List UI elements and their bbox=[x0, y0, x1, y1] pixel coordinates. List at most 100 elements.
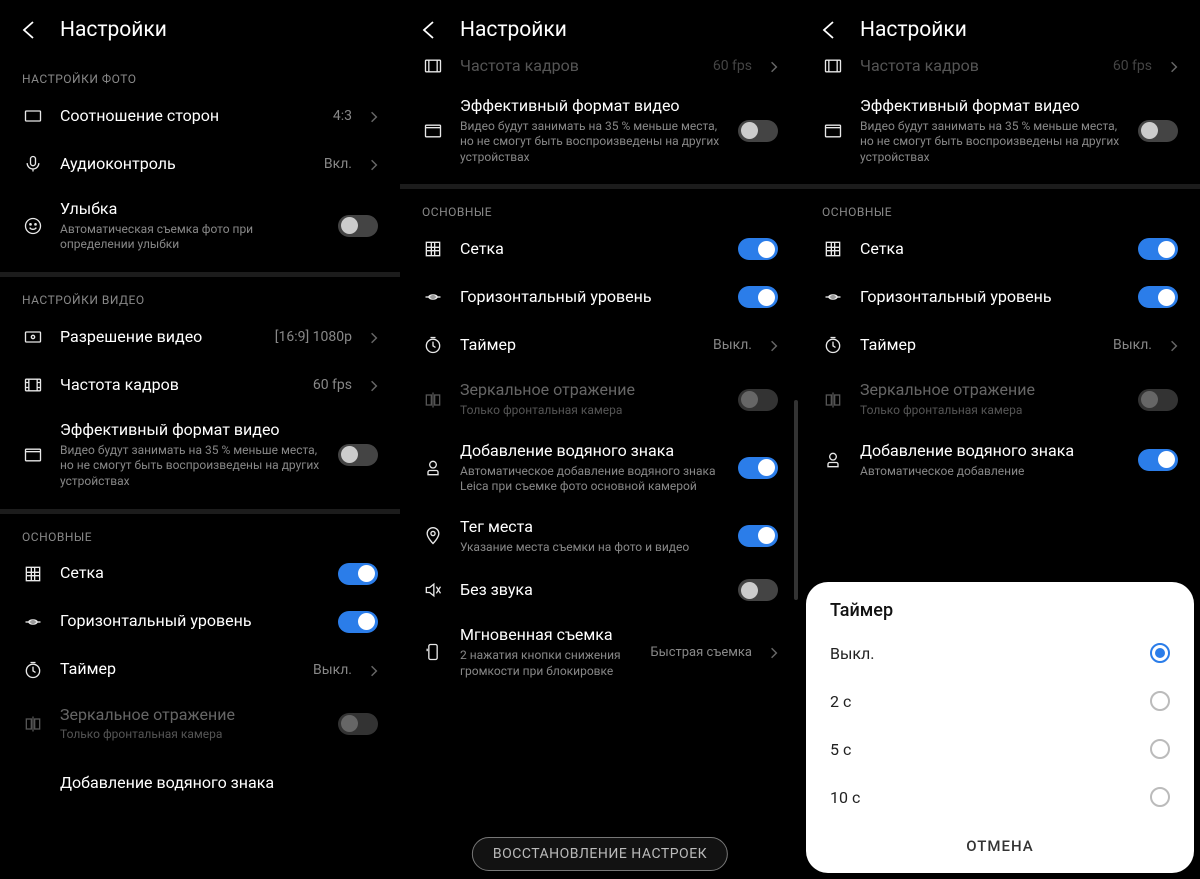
row-watermark[interactable]: Добавление водяного знака Автоматическое… bbox=[800, 430, 1200, 490]
toggle-level[interactable] bbox=[338, 611, 378, 633]
settings-screen-2: Настройки Частота кадров 60 fps Эффектив… bbox=[400, 0, 800, 879]
row-level[interactable]: Горизонтальный уровень bbox=[400, 273, 800, 321]
row-efficient-format[interactable]: Эффективный формат видео Видео будут зан… bbox=[0, 409, 400, 501]
row-audio-control[interactable]: Аудиоконтроль Вкл. bbox=[0, 140, 400, 188]
row-timer[interactable]: Таймер Выкл. bbox=[800, 321, 1200, 369]
mic-icon bbox=[22, 154, 44, 174]
label: Зеркальное отражение bbox=[460, 380, 722, 401]
toggle-efficient-format[interactable] bbox=[738, 120, 778, 142]
row-video-resolution[interactable]: Разрешение видео [16:9] 1080p bbox=[0, 313, 400, 361]
value: 60 fps bbox=[713, 58, 752, 74]
row-timer[interactable]: Таймер Выкл. bbox=[0, 646, 400, 694]
timer-icon bbox=[422, 335, 444, 355]
value: Выкл. bbox=[713, 337, 752, 353]
chevron-right-icon bbox=[370, 109, 378, 123]
film-icon bbox=[22, 375, 44, 395]
label: Разрешение видео bbox=[60, 327, 259, 348]
row-watermark[interactable]: Добавление водяного знака Автоматическое… bbox=[400, 430, 800, 506]
row-level[interactable]: Горизонтальный уровень bbox=[800, 273, 1200, 321]
section-general: ОСНОВНЫЕ bbox=[0, 514, 400, 550]
settings-screen-1: Настройки НАСТРОЙКИ ФОТО Соотношение сто… bbox=[0, 0, 400, 879]
timer-option-5s[interactable]: 5 с bbox=[806, 725, 1194, 773]
toggle-grid[interactable] bbox=[1138, 238, 1178, 260]
timer-icon bbox=[22, 660, 44, 680]
back-icon[interactable] bbox=[818, 18, 842, 42]
location-icon bbox=[422, 526, 444, 546]
back-icon[interactable] bbox=[418, 18, 442, 42]
toggle-watermark[interactable] bbox=[1138, 449, 1178, 471]
toggle-grid[interactable] bbox=[738, 238, 778, 260]
row-smile[interactable]: Улыбка Автоматическая съемка фото при оп… bbox=[0, 188, 400, 264]
label: Сетка bbox=[460, 239, 722, 260]
label: Мгновенная съемка bbox=[460, 625, 634, 646]
radio-checked[interactable] bbox=[1150, 643, 1170, 663]
row-geotag[interactable]: Тег места Указание места съемки на фото … bbox=[400, 506, 800, 566]
back-icon[interactable] bbox=[18, 18, 42, 42]
row-watermark-partial[interactable]: Добавление водяного знака bbox=[0, 754, 400, 802]
format-icon bbox=[422, 121, 444, 141]
label: Горизонтальный уровень bbox=[860, 287, 1122, 308]
row-mute[interactable]: Без звука bbox=[400, 566, 800, 614]
grid-icon bbox=[822, 239, 844, 259]
row-efficient-format[interactable]: Эффективный формат видео Видео будут зан… bbox=[800, 85, 1200, 177]
mirror-icon bbox=[22, 714, 44, 734]
page-title: Настройки bbox=[860, 18, 967, 42]
toggle-mute[interactable] bbox=[738, 579, 778, 601]
reset-settings-button[interactable]: ВОССТАНОВЛЕНИЕ НАСТРОЕК bbox=[472, 837, 728, 871]
timer-dialog: Таймер Выкл. 2 с 5 с 10 с ОТМЕНА bbox=[806, 582, 1194, 873]
label: Сетка bbox=[60, 563, 322, 584]
row-efficient-format[interactable]: Эффективный формат видео Видео будут зан… bbox=[400, 85, 800, 177]
row-grid[interactable]: Сетка bbox=[400, 225, 800, 273]
label: Тег места bbox=[460, 517, 722, 538]
row-fps-partial[interactable]: Частота кадров 60 fps bbox=[800, 56, 1200, 85]
row-grid[interactable]: Сетка bbox=[800, 225, 1200, 273]
row-timer[interactable]: Таймер Выкл. bbox=[400, 321, 800, 369]
toggle-watermark[interactable] bbox=[738, 457, 778, 479]
row-instant-capture[interactable]: Мгновенная съемка 2 нажатия кнопки сниже… bbox=[400, 614, 800, 690]
row-grid[interactable]: Сетка bbox=[0, 550, 400, 598]
label: Таймер bbox=[60, 659, 297, 680]
label: Соотношение сторон bbox=[60, 106, 317, 127]
toggle-level[interactable] bbox=[738, 286, 778, 308]
chevron-right-icon bbox=[370, 330, 378, 344]
level-icon bbox=[22, 612, 44, 632]
toggle-grid[interactable] bbox=[338, 563, 378, 585]
radio[interactable] bbox=[1150, 787, 1170, 807]
sublabel: Только фронтальная камера bbox=[460, 403, 722, 419]
resolution-icon bbox=[22, 327, 44, 347]
page-title: Настройки bbox=[460, 18, 567, 42]
row-fps-partial[interactable]: Частота кадров 60 fps bbox=[400, 56, 800, 85]
value: Выкл. bbox=[313, 662, 352, 678]
timer-option-10s[interactable]: 10 с bbox=[806, 773, 1194, 821]
chevron-right-icon bbox=[370, 378, 378, 392]
value: [16:9] 1080p bbox=[275, 329, 352, 345]
timer-option-off[interactable]: Выкл. bbox=[806, 629, 1194, 677]
dialog-cancel-button[interactable]: ОТМЕНА bbox=[806, 821, 1194, 865]
section-video: НАСТРОЙКИ ВИДЕО bbox=[0, 277, 400, 313]
timer-option-2s[interactable]: 2 с bbox=[806, 677, 1194, 725]
chevron-right-icon bbox=[770, 645, 778, 659]
stamp-icon bbox=[422, 458, 444, 478]
label: Горизонтальный уровень bbox=[460, 287, 722, 308]
format-icon bbox=[22, 445, 44, 465]
radio[interactable] bbox=[1150, 691, 1170, 711]
chevron-right-icon bbox=[770, 338, 778, 352]
row-fps[interactable]: Частота кадров 60 fps bbox=[0, 361, 400, 409]
mute-icon bbox=[422, 580, 444, 600]
radio[interactable] bbox=[1150, 739, 1170, 759]
format-icon bbox=[822, 121, 844, 141]
row-level[interactable]: Горизонтальный уровень bbox=[0, 598, 400, 646]
scrollbar[interactable] bbox=[794, 400, 798, 600]
settings-screen-3: Настройки Частота кадров 60 fps Эффектив… bbox=[800, 0, 1200, 879]
row-aspect-ratio[interactable]: Соотношение сторон 4:3 bbox=[0, 92, 400, 140]
toggle-efficient-format[interactable] bbox=[338, 444, 378, 466]
toggle-efficient-format[interactable] bbox=[1138, 120, 1178, 142]
label: Частота кадров bbox=[460, 56, 697, 77]
sublabel: 2 нажатия кнопки снижения громкости при … bbox=[460, 648, 634, 679]
toggle-geotag[interactable] bbox=[738, 525, 778, 547]
value: Вкл. bbox=[324, 156, 352, 172]
toggle-level[interactable] bbox=[1138, 286, 1178, 308]
section-general: ОСНОВНЫЕ bbox=[800, 189, 1200, 225]
toggle-smile[interactable] bbox=[338, 215, 378, 237]
aspect-icon bbox=[22, 106, 44, 126]
